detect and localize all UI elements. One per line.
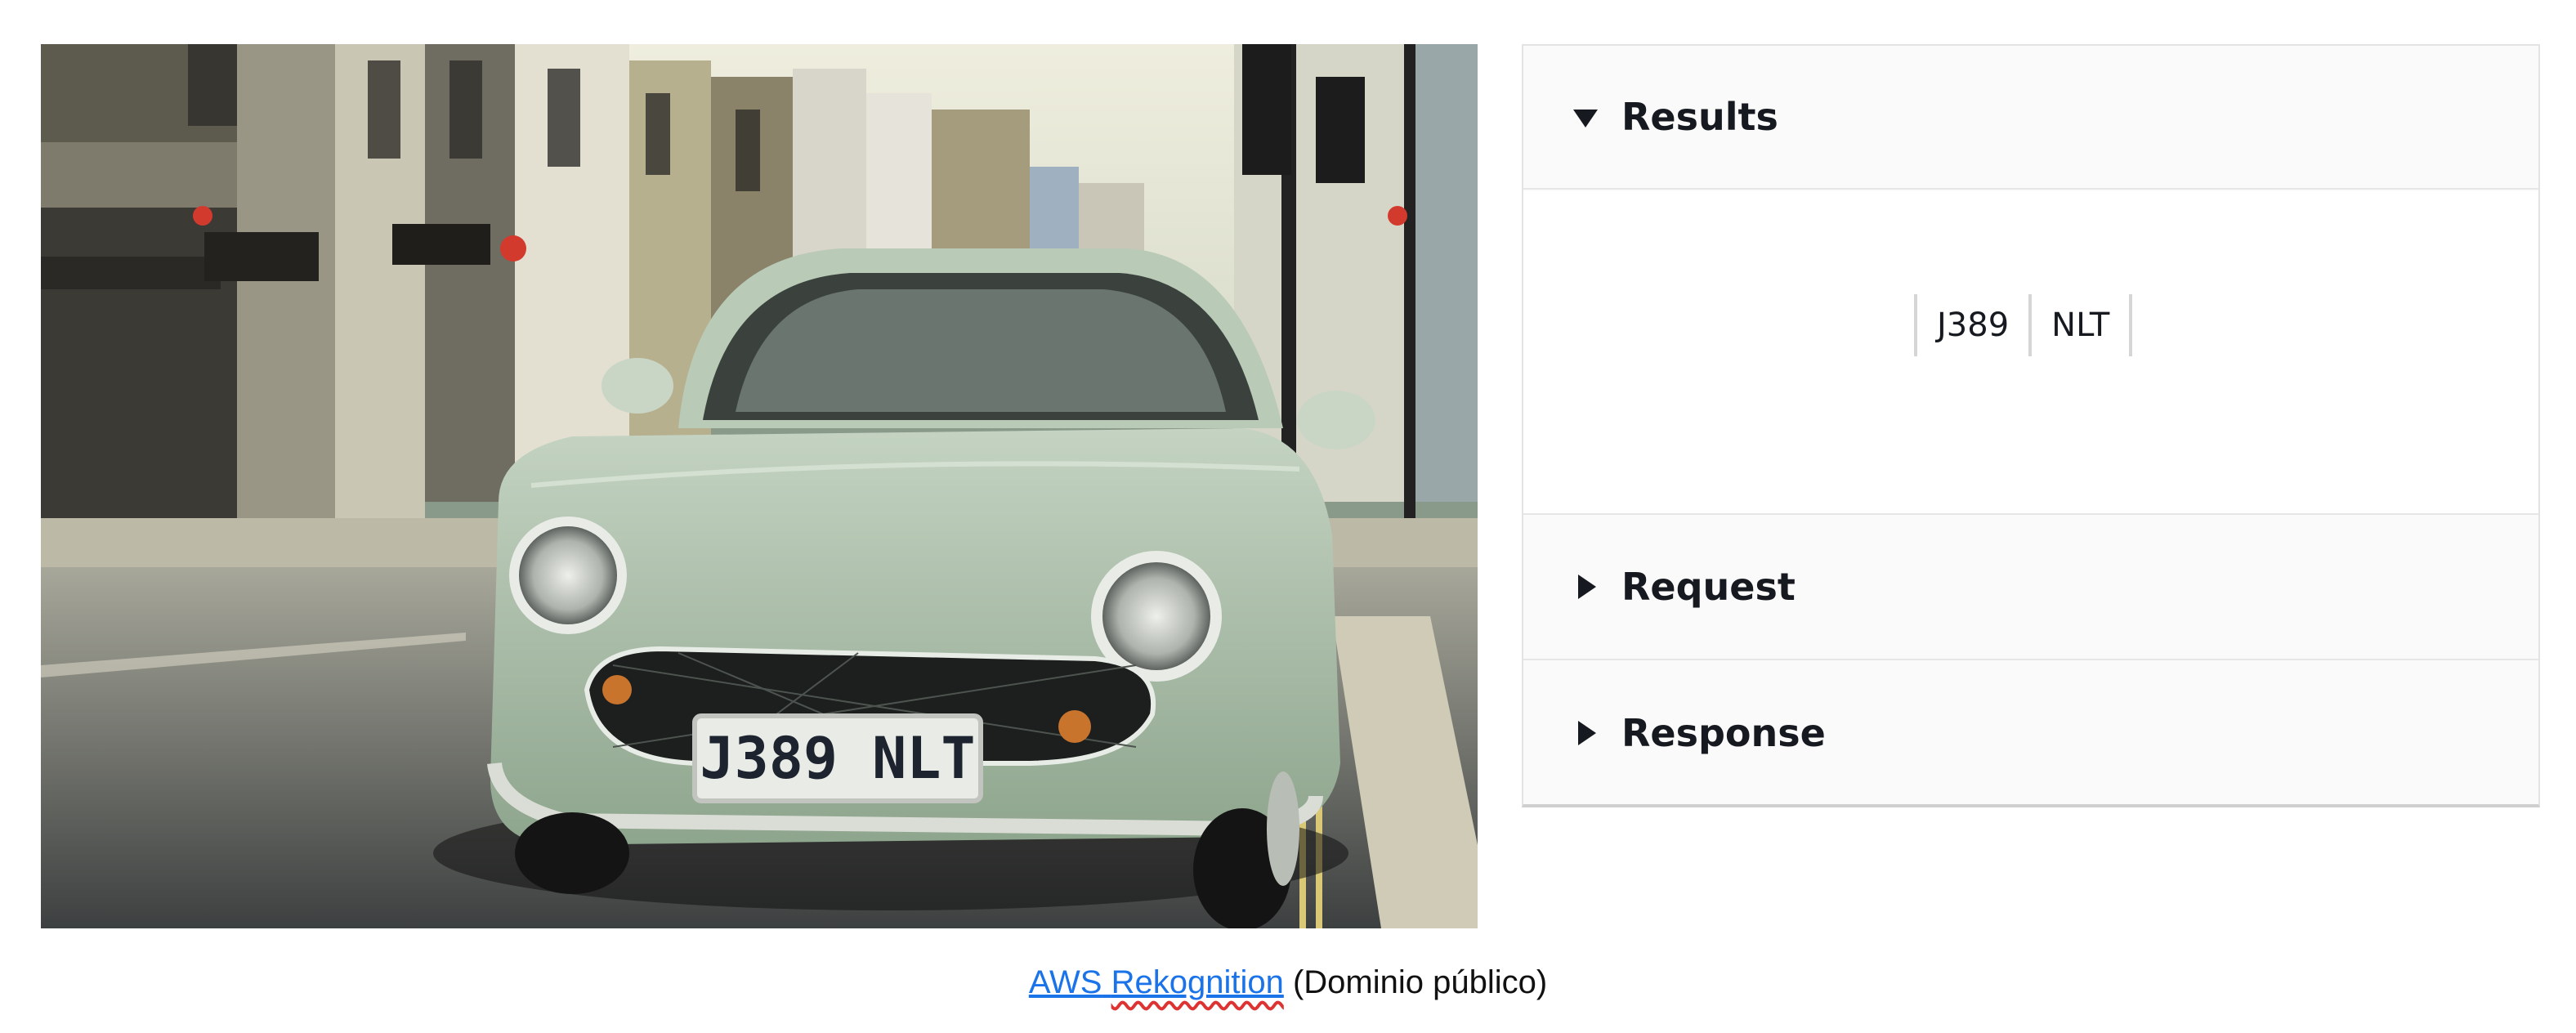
result-token: NLT — [2028, 294, 2133, 356]
image-caption: AWS Rekognition (Dominio público) — [0, 964, 2576, 1001]
results-token-list: J389 NLT — [1914, 294, 2133, 356]
caret-right-icon — [1569, 570, 1602, 603]
results-content: J389 NLT — [1523, 191, 2538, 515]
license-plate-text: J389 NLT — [700, 725, 975, 792]
link-text-rekognition: Rekognition — [1111, 964, 1284, 1000]
car-photo: J389 NLT — [41, 44, 1478, 928]
aws-rekognition-link[interactable]: AWS Rekognition — [1029, 964, 1284, 1000]
caret-right-icon — [1569, 717, 1602, 749]
link-text-aws: AWS — [1028, 964, 1102, 1000]
results-panel: Results J389 NLT Request Response — [1522, 44, 2540, 807]
car-photo-illustration: J389 NLT — [41, 44, 1478, 928]
request-section-header[interactable]: Request — [1523, 515, 2538, 660]
response-section-header[interactable]: Response — [1523, 662, 2538, 804]
result-token: J389 — [1914, 294, 2028, 356]
results-section-header[interactable]: Results — [1523, 46, 2538, 190]
request-title: Request — [1621, 565, 1796, 609]
response-title: Response — [1621, 711, 1826, 755]
caption-suffix: (Dominio público) — [1283, 964, 1548, 1000]
results-title: Results — [1621, 95, 1778, 139]
license-plate-icon: J389 NLT — [692, 713, 983, 803]
caret-down-icon — [1569, 101, 1602, 133]
